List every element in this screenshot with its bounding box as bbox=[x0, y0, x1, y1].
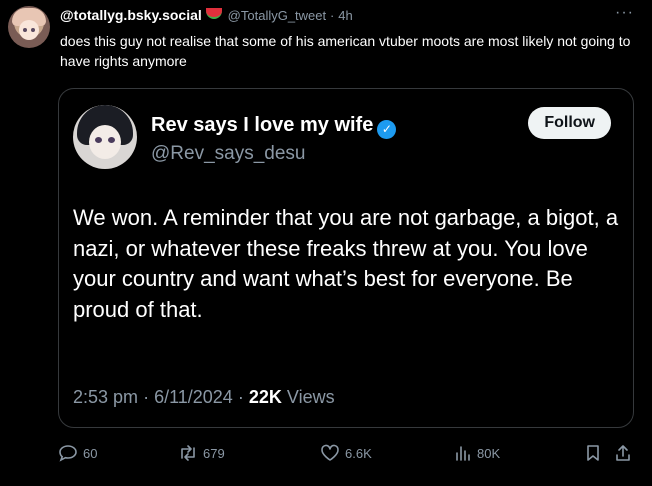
tweet-header: @totallyg.bsky.social @TotallyG_tweet · … bbox=[60, 6, 632, 25]
like-count: 6.6K bbox=[345, 445, 372, 461]
views-button[interactable]: 80K bbox=[454, 444, 500, 462]
repost-count: 679 bbox=[203, 445, 225, 461]
quoted-author-avatar[interactable] bbox=[73, 105, 137, 169]
quoted-views-label: Views bbox=[286, 387, 335, 407]
like-button[interactable]: 6.6K bbox=[320, 444, 372, 462]
reply-button[interactable]: 60 bbox=[58, 444, 97, 462]
more-options-icon[interactable]: ··· bbox=[615, 4, 634, 22]
bookmark-button[interactable] bbox=[584, 444, 602, 462]
quoted-post-time[interactable]: 2:53 pm bbox=[73, 387, 138, 407]
verified-badge-icon: ✓ bbox=[377, 120, 397, 139]
tweet-time[interactable]: 4h bbox=[338, 8, 352, 23]
author-display-name[interactable]: @totallyg.bsky.social bbox=[60, 7, 202, 23]
share-icon bbox=[616, 445, 630, 461]
quoted-author-name-row: Rev says I love my wife ✓ bbox=[151, 114, 397, 139]
action-bar: 60 679 6.6K 80K bbox=[58, 444, 642, 466]
quoted-post-card[interactable]: Rev says I love my wife ✓ @Rev_says_desu … bbox=[58, 88, 634, 428]
meta-separator: · bbox=[237, 387, 244, 407]
quoted-post-date[interactable]: 6/11/2024 bbox=[154, 387, 233, 407]
author-handle[interactable]: @TotallyG_tweet bbox=[228, 8, 326, 23]
views-count: 80K bbox=[477, 445, 501, 461]
share-button[interactable] bbox=[614, 444, 632, 462]
quoted-author-handle[interactable]: @Rev_says_desu bbox=[151, 143, 305, 165]
watermelon-emoji-icon bbox=[205, 8, 222, 19]
follow-button[interactable]: Follow bbox=[528, 107, 611, 139]
quoted-post-meta: 2:53 pm · 6/11/2024 · 22K Views bbox=[73, 387, 335, 408]
bookmark-icon bbox=[587, 445, 599, 461]
reply-icon bbox=[59, 445, 77, 462]
repost-icon bbox=[181, 445, 195, 461]
tweet-text: does this guy not realise that some of h… bbox=[60, 33, 631, 69]
repost-button[interactable]: 679 bbox=[178, 444, 225, 462]
quoted-author-name[interactable]: Rev says I love my wife bbox=[151, 114, 373, 136]
meta-separator: · bbox=[330, 8, 335, 23]
author-avatar[interactable] bbox=[8, 6, 50, 48]
quoted-post-text: We won. A reminder that you are not garb… bbox=[73, 205, 619, 322]
quoted-views-count: 22K bbox=[248, 387, 282, 407]
heart-icon bbox=[321, 444, 339, 461]
bar-chart-icon bbox=[456, 446, 470, 461]
meta-separator: · bbox=[143, 387, 150, 407]
reply-count: 60 bbox=[83, 445, 98, 461]
